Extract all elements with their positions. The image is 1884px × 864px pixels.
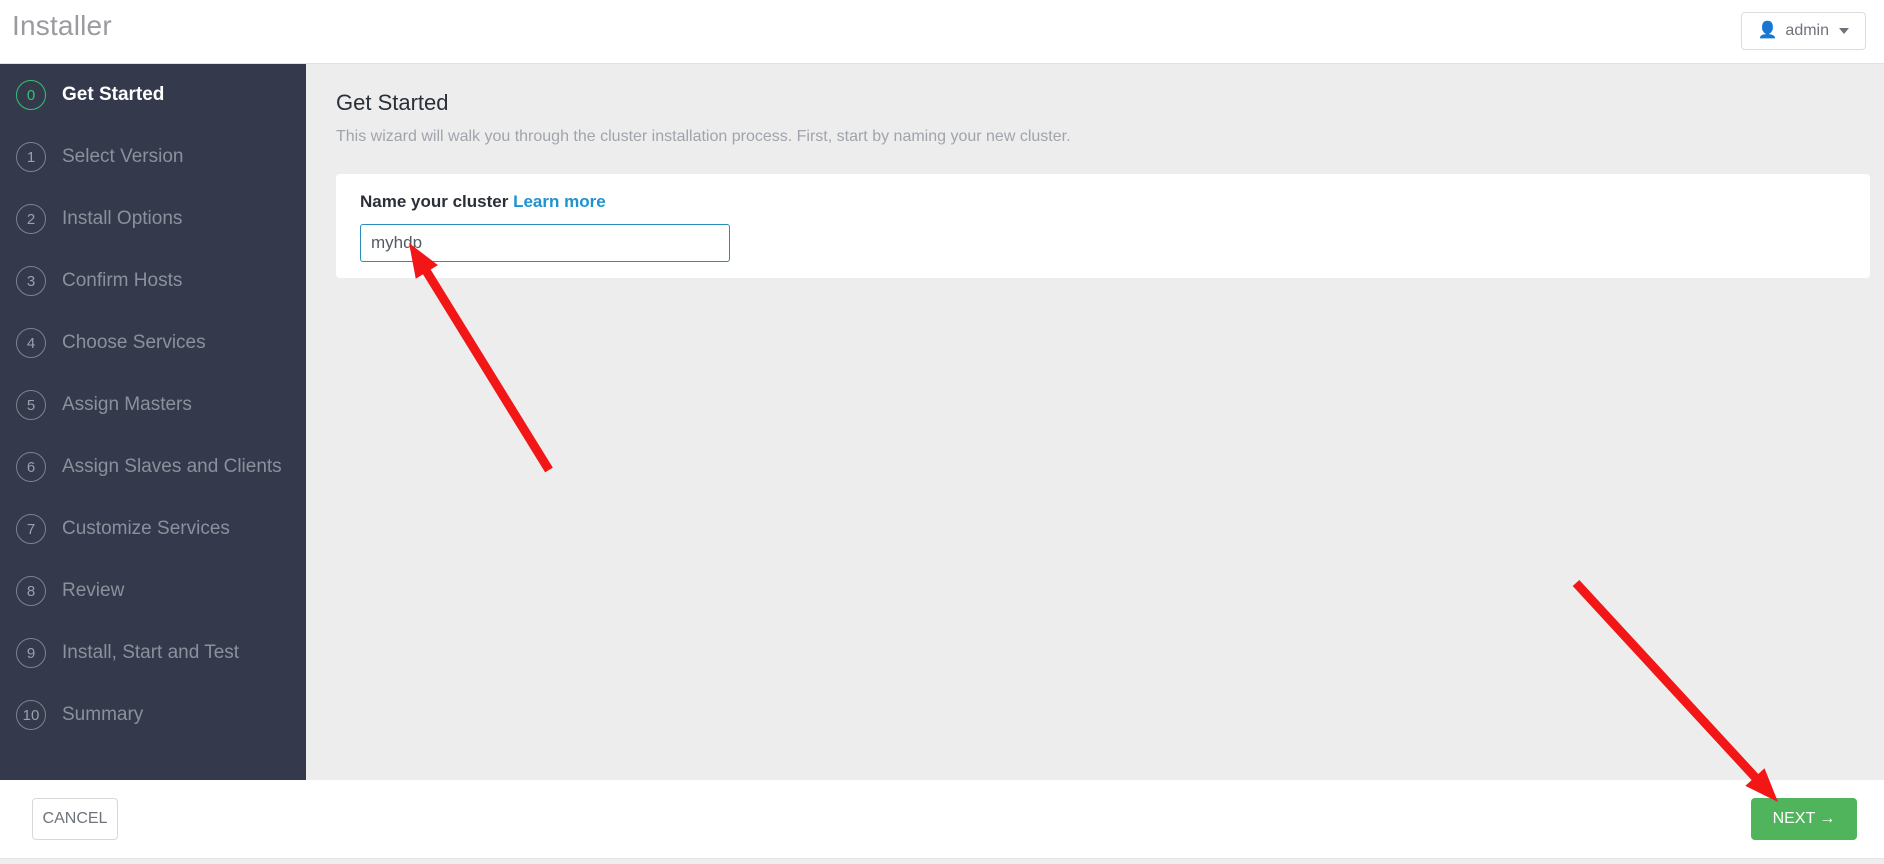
sidebar-item-select-version[interactable]: 1 Select Version	[0, 126, 306, 188]
wizard-footer: CANCEL NEXT →	[0, 780, 1884, 858]
step-number-badge: 3	[16, 266, 46, 296]
step-number-badge: 2	[16, 204, 46, 234]
step-number-badge: 7	[16, 514, 46, 544]
name-cluster-label-text: Name your cluster	[360, 192, 509, 211]
cancel-button[interactable]: CANCEL	[32, 798, 118, 840]
sidebar-item-review[interactable]: 8 Review	[0, 560, 306, 622]
sidebar-item-get-started[interactable]: 0 Get Started	[0, 64, 306, 126]
step-number-badge: 4	[16, 328, 46, 358]
page-title: Installer	[12, 10, 112, 41]
learn-more-link[interactable]: Learn more	[513, 192, 606, 211]
sidebar-item-install-start-and-test[interactable]: 9 Install, Start and Test	[0, 622, 306, 684]
sidebar-item-label: Install Options	[62, 208, 183, 229]
sidebar-item-label: Select Version	[62, 146, 184, 167]
sidebar-item-label: Summary	[62, 704, 144, 725]
next-button[interactable]: NEXT →	[1751, 798, 1857, 840]
sidebar-item-label: Get Started	[62, 84, 165, 105]
step-number-badge: 10	[16, 700, 46, 730]
main-content: Get Started This wizard will walk you th…	[306, 64, 1884, 780]
step-number-badge: 1	[16, 142, 46, 172]
step-number-badge: 5	[16, 390, 46, 420]
bottom-strip	[0, 858, 1884, 864]
sidebar-item-label: Customize Services	[62, 518, 230, 539]
sidebar-item-label: Assign Slaves and Clients	[62, 456, 282, 477]
content-subtitle: This wizard will walk you through the cl…	[336, 128, 1071, 145]
sidebar-item-assign-masters[interactable]: 5 Assign Masters	[0, 374, 306, 436]
sidebar-item-confirm-hosts[interactable]: 3 Confirm Hosts	[0, 250, 306, 312]
sidebar-item-choose-services[interactable]: 4 Choose Services	[0, 312, 306, 374]
content-heading: Get Started	[336, 90, 449, 115]
cluster-name-input[interactable]	[360, 224, 730, 262]
user-menu-button[interactable]: 👤 admin	[1740, 12, 1866, 50]
name-cluster-card: Name your cluster Learn more	[336, 174, 1870, 278]
step-number-badge: 0	[16, 80, 46, 110]
chevron-down-icon	[1839, 28, 1849, 34]
sidebar-item-customize-services[interactable]: 7 Customize Services	[0, 498, 306, 560]
installer-wizard-page: Installer 👤 admin 0 Get Started 1 Select Ve…	[0, 0, 1884, 864]
sidebar-item-install-options[interactable]: 2 Install Options	[0, 188, 306, 250]
step-number-badge: 8	[16, 576, 46, 606]
top-header: Installer 👤 admin	[0, 0, 1884, 64]
wizard-step-sidebar: 0 Get Started 1 Select Version 2 Install Opti…	[0, 64, 306, 780]
user-icon: 👤	[1757, 22, 1778, 39]
user-menu-label: admin	[1785, 22, 1829, 39]
step-number-badge: 6	[16, 452, 46, 482]
sidebar-item-assign-slaves-and-clients[interactable]: 6 Assign Slaves and Clients	[0, 436, 306, 498]
sidebar-item-label: Assign Masters	[62, 394, 192, 415]
sidebar-item-label: Confirm Hosts	[62, 270, 183, 291]
sidebar-item-summary[interactable]: 10 Summary	[0, 684, 306, 746]
sidebar-item-label: Review	[62, 580, 125, 601]
name-cluster-label: Name your cluster Learn more	[360, 192, 606, 212]
sidebar-item-label: Install, Start and Test	[62, 642, 240, 663]
sidebar-item-label: Choose Services	[62, 332, 206, 353]
step-number-badge: 9	[16, 638, 46, 668]
